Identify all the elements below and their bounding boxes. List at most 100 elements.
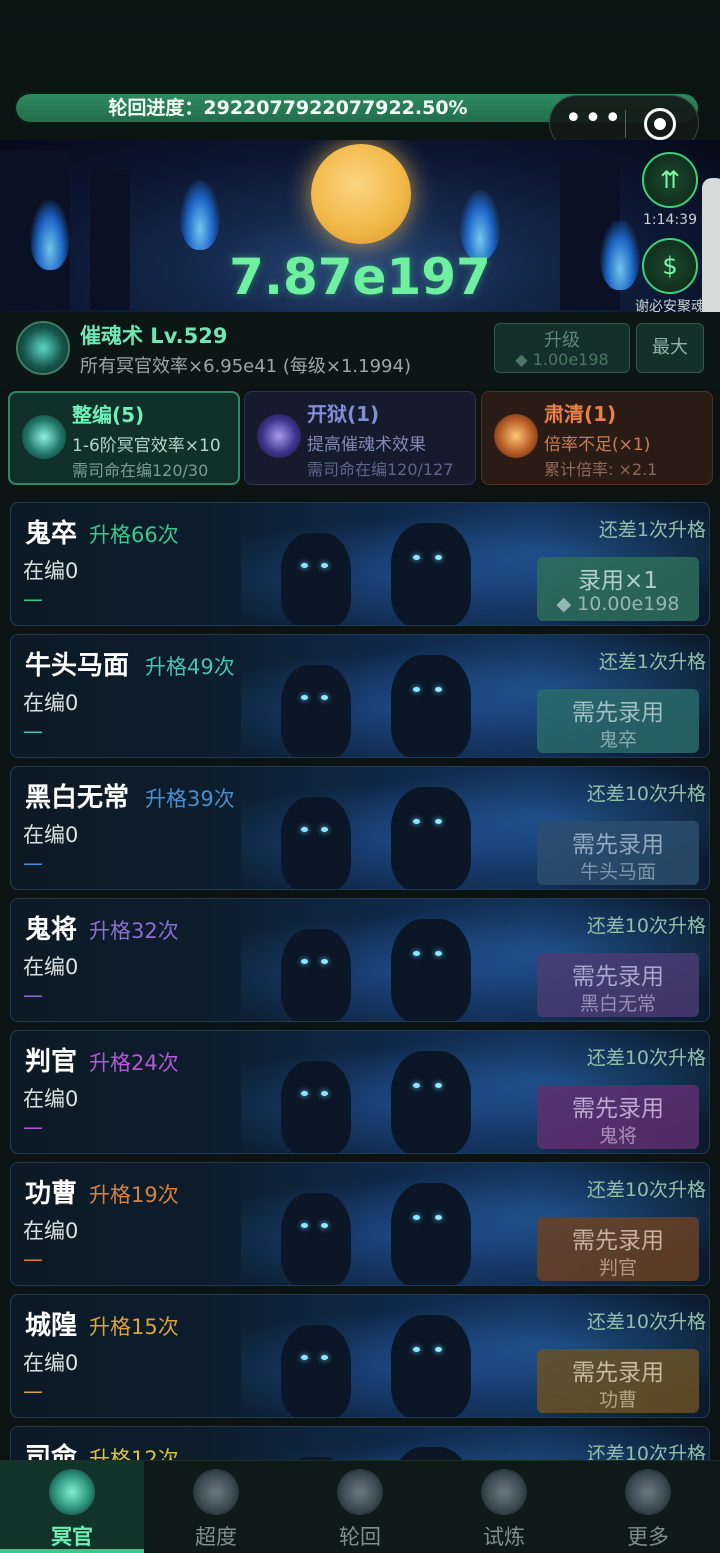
glowing-eye	[413, 555, 420, 560]
unit-hire-sub: 鬼卒	[598, 729, 637, 751]
soul-skill-icon	[16, 321, 70, 375]
close-target-icon[interactable]	[644, 108, 676, 140]
unit-figure	[281, 929, 351, 1021]
unit-progress-dash: —	[23, 1247, 43, 1271]
unit-hire-button[interactable]: 需先录用 黑白无常	[537, 953, 699, 1017]
unit-hire-label: 需先录用	[572, 1096, 664, 1122]
open-prison-icon	[257, 414, 301, 458]
reorganize-requirement: 需司命在编120/30	[72, 461, 209, 480]
hero-bg-flame	[600, 220, 640, 290]
bottom-nav: 冥官 超度 轮回 试炼 更多	[0, 1460, 720, 1553]
unit-progress-dash: —	[23, 851, 43, 875]
nav-item[interactable]: 超度	[144, 1461, 288, 1553]
skill-row: 催魂术 Lv.529 所有冥官效率×6.95e41 (每级×1.1994) 升级…	[0, 312, 720, 388]
purge-card[interactable]: 肃清(1) 倍率不足(×1) 累计倍率: ×2.1	[481, 391, 713, 485]
unit-hire-label: 需先录用	[572, 964, 664, 990]
open-prison-title: 开狱(1)	[307, 402, 380, 426]
unit-card[interactable]: 鬼将 升格32次 在编0 — 还差10次升格 需先录用 黑白无常	[10, 898, 710, 1022]
unit-card[interactable]: 鬼卒 升格66次 在编0 — 还差1次升格 录用×1 ◆ 10.00e198	[10, 502, 710, 626]
unit-hire-button[interactable]: 需先录用 判官	[537, 1217, 699, 1281]
active-indicator	[0, 1549, 144, 1553]
glowing-eye	[301, 1355, 308, 1360]
reorganize-card[interactable]: 整编(5) 1-6阶冥官效率×10 需司命在编120/30	[8, 391, 240, 485]
glowing-eye	[321, 1223, 328, 1228]
soul-total-value: 7.87e197	[229, 248, 491, 306]
open-prison-card[interactable]: 开狱(1) 提高催魂术效果 需司命在编120/127	[244, 391, 476, 485]
unit-progress-dash: —	[23, 587, 43, 611]
capsule-divider	[625, 110, 626, 138]
unit-hire-button[interactable]: 需先录用 鬼将	[537, 1085, 699, 1149]
unit-card[interactable]: 城隍 升格15次 在编0 — 还差10次升格 需先录用 功曹	[10, 1294, 710, 1418]
hero-bg-flame	[30, 200, 70, 270]
glowing-eye	[301, 695, 308, 700]
unit-grade: 升格15次	[89, 1315, 179, 1339]
unit-progress-dash: —	[23, 983, 43, 1007]
glowing-eye	[321, 1091, 328, 1096]
hero-banner: 7.87e197	[0, 140, 720, 312]
purge-icon	[494, 414, 538, 458]
unit-hire-label: 需先录用	[572, 700, 664, 726]
glowing-eye	[301, 1223, 308, 1228]
unit-grade: 升格19次	[89, 1183, 179, 1207]
nav-item[interactable]: 更多	[576, 1461, 720, 1553]
unit-figure	[391, 787, 471, 889]
sponsor-button[interactable]: $	[642, 238, 698, 294]
unit-grade: 升格39次	[145, 787, 235, 811]
glowing-eye	[321, 827, 328, 832]
unit-figure	[391, 1051, 471, 1153]
nav-label: 超度	[195, 1525, 237, 1549]
unit-progress-dash: —	[23, 719, 43, 743]
glowing-eye	[301, 1091, 308, 1096]
open-prison-effect: 提高催魂术效果	[307, 435, 426, 455]
nav-item[interactable]: 轮回	[288, 1461, 432, 1553]
nav-label: 冥官	[51, 1525, 93, 1549]
more-crest-icon	[625, 1469, 671, 1515]
unit-name: 司命	[25, 1443, 78, 1460]
unit-hire-sub: 判官	[598, 1257, 637, 1279]
glowing-eye	[435, 1347, 442, 1352]
unit-hire-sub: 黑白无常	[579, 993, 656, 1015]
top-bar: 轮回进度：2922077922077922.50% •••	[0, 0, 720, 151]
glowing-eye	[435, 819, 442, 824]
unit-hire-button[interactable]: 需先录用 功曹	[537, 1349, 699, 1413]
unit-card[interactable]: 牛头马面 升格49次 在编0 — 还差1次升格 需先录用 鬼卒	[10, 634, 710, 758]
nav-item[interactable]: 试炼	[432, 1461, 576, 1553]
unit-grade: 升格66次	[89, 523, 179, 547]
glowing-eye	[435, 1215, 442, 1220]
unit-staff-count: 在编0	[23, 1351, 79, 1375]
skill-name: 催魂术 Lv.529	[80, 324, 228, 348]
unit-staff-count: 在编0	[23, 955, 79, 979]
unit-hire-label: 需先录用	[572, 1360, 664, 1386]
unit-card[interactable]: 判官 升格24次 在编0 — 还差10次升格 需先录用 鬼将	[10, 1030, 710, 1154]
unit-figure	[391, 655, 471, 757]
unit-upgrade-needed: 还差10次升格	[586, 1047, 706, 1069]
unit-figure	[281, 533, 351, 625]
unit-staff-count: 在编0	[23, 691, 79, 715]
glowing-eye	[321, 959, 328, 964]
soul-orb[interactable]	[311, 144, 411, 244]
max-button[interactable]: 最大	[636, 323, 704, 373]
unit-figure	[391, 1315, 471, 1417]
unit-hire-button[interactable]: 录用×1 ◆ 10.00e198	[537, 557, 699, 621]
unit-card[interactable]: 功曹 升格19次 在编0 — 还差10次升格 需先录用 判官	[10, 1162, 710, 1286]
glowing-eye	[301, 827, 308, 832]
unit-hire-sub: 鬼将	[598, 1125, 637, 1147]
unit-hire-button[interactable]: 需先录用 牛头马面	[537, 821, 699, 885]
unit-staff-count: 在编0	[23, 1087, 79, 1111]
glowing-eye	[413, 1347, 420, 1352]
unit-hire-button[interactable]: 需先录用 鬼卒	[537, 689, 699, 753]
upgrade-button[interactable]: 升级 ◆ 1.00e198	[494, 323, 630, 373]
unit-list[interactable]: 鬼卒 升格66次 在编0— 还差1次升格 录用×1 ◆ 10.00e198 牛头马面 升格49…	[0, 500, 720, 1460]
speed-boost-button[interactable]: ⇈	[642, 152, 698, 208]
glowing-eye	[413, 1083, 420, 1088]
glowing-eye	[321, 1355, 328, 1360]
nav-item[interactable]: 冥官	[0, 1461, 144, 1553]
more-dots-icon[interactable]: •••	[564, 104, 624, 144]
unit-card[interactable]: 黑白无常 升格39次 在编0 — 还差10次升格 需先录用 牛头马面	[10, 766, 710, 890]
reorganize-title: 整编(5)	[72, 403, 145, 427]
progress-label: 轮回进度：2922077922077922.50%	[108, 97, 468, 119]
upgrade-cost: ◆ 1.00e198	[515, 350, 609, 369]
unit-grade: 升格32次	[89, 919, 179, 943]
unit-card[interactable]: 司命 升格12次 还差10次升格	[10, 1426, 710, 1460]
glowing-eye	[301, 563, 308, 568]
